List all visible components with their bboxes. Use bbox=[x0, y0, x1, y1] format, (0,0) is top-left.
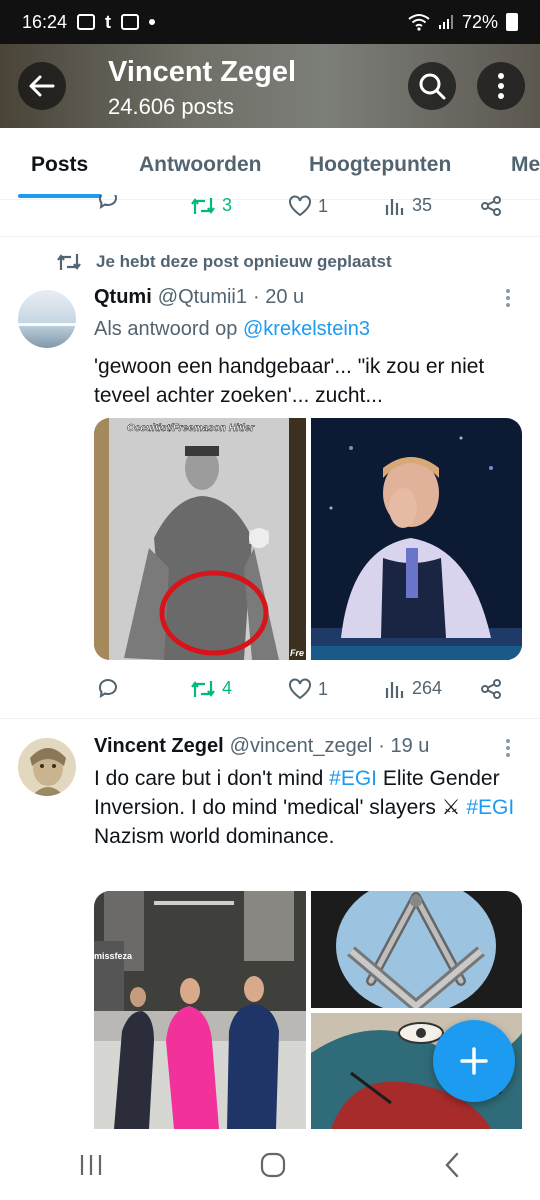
profile-name: Vincent Zegel bbox=[108, 56, 297, 88]
post-more-button[interactable] bbox=[506, 289, 512, 307]
reply-mention-link[interactable]: @krekelstein3 bbox=[243, 318, 370, 340]
post-count: 24.606 posts bbox=[108, 94, 234, 119]
post-text: 'gewoon een handgebaar'... "ik zou er ni… bbox=[94, 355, 485, 407]
back-button[interactable] bbox=[18, 62, 66, 110]
like-button[interactable]: 1 bbox=[288, 678, 328, 700]
retweet-count: 3 bbox=[222, 195, 233, 215]
avatar[interactable] bbox=[18, 738, 76, 796]
like-count: 1 bbox=[318, 195, 329, 216]
outlook-notification-icon bbox=[121, 14, 140, 30]
retweet-button[interactable]: 3 bbox=[190, 195, 232, 216]
retweet-icon bbox=[191, 197, 215, 214]
heart-icon bbox=[289, 678, 311, 700]
post-divider bbox=[0, 718, 540, 719]
post-text-segment: I do care but i don't mind bbox=[94, 767, 330, 790]
tumblr-notification-icon: t bbox=[105, 11, 112, 32]
views-button[interactable]: 264 bbox=[384, 678, 442, 699]
reply-button[interactable] bbox=[96, 195, 120, 211]
repost-indicator: Je hebt deze post opnieuw geplaatst bbox=[56, 252, 392, 272]
tab-posts[interactable]: Posts bbox=[31, 153, 88, 177]
author-name[interactable]: Vincent Zegel bbox=[94, 735, 224, 758]
views-button[interactable]: 35 bbox=[384, 195, 432, 216]
share-button[interactable] bbox=[480, 678, 502, 700]
retweet-icon bbox=[57, 254, 81, 270]
recent-apps-icon[interactable] bbox=[78, 1153, 104, 1177]
wifi-icon bbox=[408, 14, 430, 31]
background-sign-text: missfeza bbox=[94, 951, 133, 961]
author-handle[interactable]: @Qtumii1 bbox=[158, 286, 247, 309]
android-nav-bar bbox=[0, 1130, 540, 1200]
back-nav-icon[interactable] bbox=[442, 1152, 462, 1178]
post-author-row: Qtumi @Qtumii1 · 20 u bbox=[94, 286, 304, 309]
post-text: I do care but i don't mind #EGI Elite Ge… bbox=[94, 764, 524, 851]
reply-prefix: Als antwoord op bbox=[94, 318, 238, 340]
tab-replies[interactable]: Antwoorden bbox=[139, 153, 261, 177]
post-text-segment: Nazism world dominance. bbox=[94, 825, 335, 848]
arrow-left-icon bbox=[29, 75, 55, 97]
reply-icon bbox=[98, 195, 117, 209]
reply-icon bbox=[98, 679, 117, 698]
home-icon[interactable] bbox=[260, 1152, 286, 1178]
views-count: 35 bbox=[412, 195, 433, 215]
gallery-notification-icon bbox=[77, 14, 96, 30]
retweet-icon bbox=[191, 680, 215, 697]
more-vertical-icon bbox=[498, 73, 504, 99]
hashtag-link[interactable]: #EGI bbox=[329, 767, 377, 790]
share-button[interactable] bbox=[480, 195, 502, 217]
tab-highlights[interactable]: Hoogtepunten bbox=[309, 153, 451, 177]
search-icon bbox=[419, 73, 446, 100]
post-image-men-in-dresses[interactable]: missfeza bbox=[94, 891, 306, 1129]
share-icon bbox=[481, 196, 501, 216]
views-count: 264 bbox=[412, 678, 443, 698]
avatar[interactable] bbox=[18, 290, 76, 348]
battery-icon bbox=[506, 13, 518, 31]
status-time: 16:24 bbox=[22, 11, 68, 32]
post-more-button[interactable] bbox=[506, 739, 512, 757]
retweet-button[interactable]: 4 bbox=[190, 678, 232, 699]
reply-context: Als antwoord op @krekelstein3 bbox=[94, 318, 370, 341]
prev-post-actions: 3 1 35 bbox=[0, 195, 540, 221]
heart-icon bbox=[289, 195, 311, 217]
views-chart-icon bbox=[385, 198, 404, 215]
more-options-button[interactable] bbox=[477, 62, 525, 110]
post-image-tv-host[interactable] bbox=[311, 418, 522, 660]
search-button[interactable] bbox=[408, 62, 456, 110]
image-caption: Occultist/Freemason Hitler bbox=[127, 423, 255, 434]
like-count: 1 bbox=[318, 678, 329, 699]
crossed-swords-emoji: ⚔ bbox=[441, 796, 461, 819]
like-button[interactable]: 1 bbox=[288, 195, 328, 217]
battery-percent: 72% bbox=[461, 11, 498, 32]
more-notifications-icon bbox=[149, 19, 156, 25]
post-divider bbox=[0, 236, 540, 237]
hashtag-link[interactable]: #EGI bbox=[466, 796, 514, 819]
post-time[interactable]: · 20 u bbox=[253, 286, 304, 309]
views-chart-icon bbox=[385, 681, 404, 698]
retweet-count: 4 bbox=[222, 678, 233, 698]
author-name[interactable]: Qtumi bbox=[94, 286, 152, 309]
tab-media[interactable]: Me bbox=[511, 153, 540, 177]
profile-header: Vincent Zegel 24.606 posts bbox=[0, 44, 540, 128]
share-icon bbox=[481, 679, 501, 699]
author-handle[interactable]: @vincent_zegel bbox=[230, 735, 373, 758]
status-bar: 16:24 t 72% bbox=[0, 0, 540, 44]
post-time[interactable]: · 19 u bbox=[378, 735, 429, 758]
image-corner-text: Fre bbox=[290, 648, 304, 658]
post-author-row: Vincent Zegel @vincent_zegel · 19 u bbox=[94, 735, 429, 758]
compose-post-button[interactable] bbox=[433, 1020, 515, 1102]
signal-icon bbox=[438, 15, 453, 29]
post-image-masonic-symbol[interactable] bbox=[311, 891, 522, 1008]
repost-label: Je hebt deze post opnieuw geplaatst bbox=[96, 252, 392, 271]
profile-tabs: Posts Antwoorden Hoogtepunten Me bbox=[0, 128, 540, 200]
post-image-hitler-painting[interactable]: Occultist/Freemason Hitler Fre bbox=[94, 418, 306, 660]
plus-icon bbox=[460, 1047, 488, 1075]
reply-button[interactable] bbox=[96, 676, 120, 700]
post-actions: 4 1 264 bbox=[0, 676, 540, 706]
